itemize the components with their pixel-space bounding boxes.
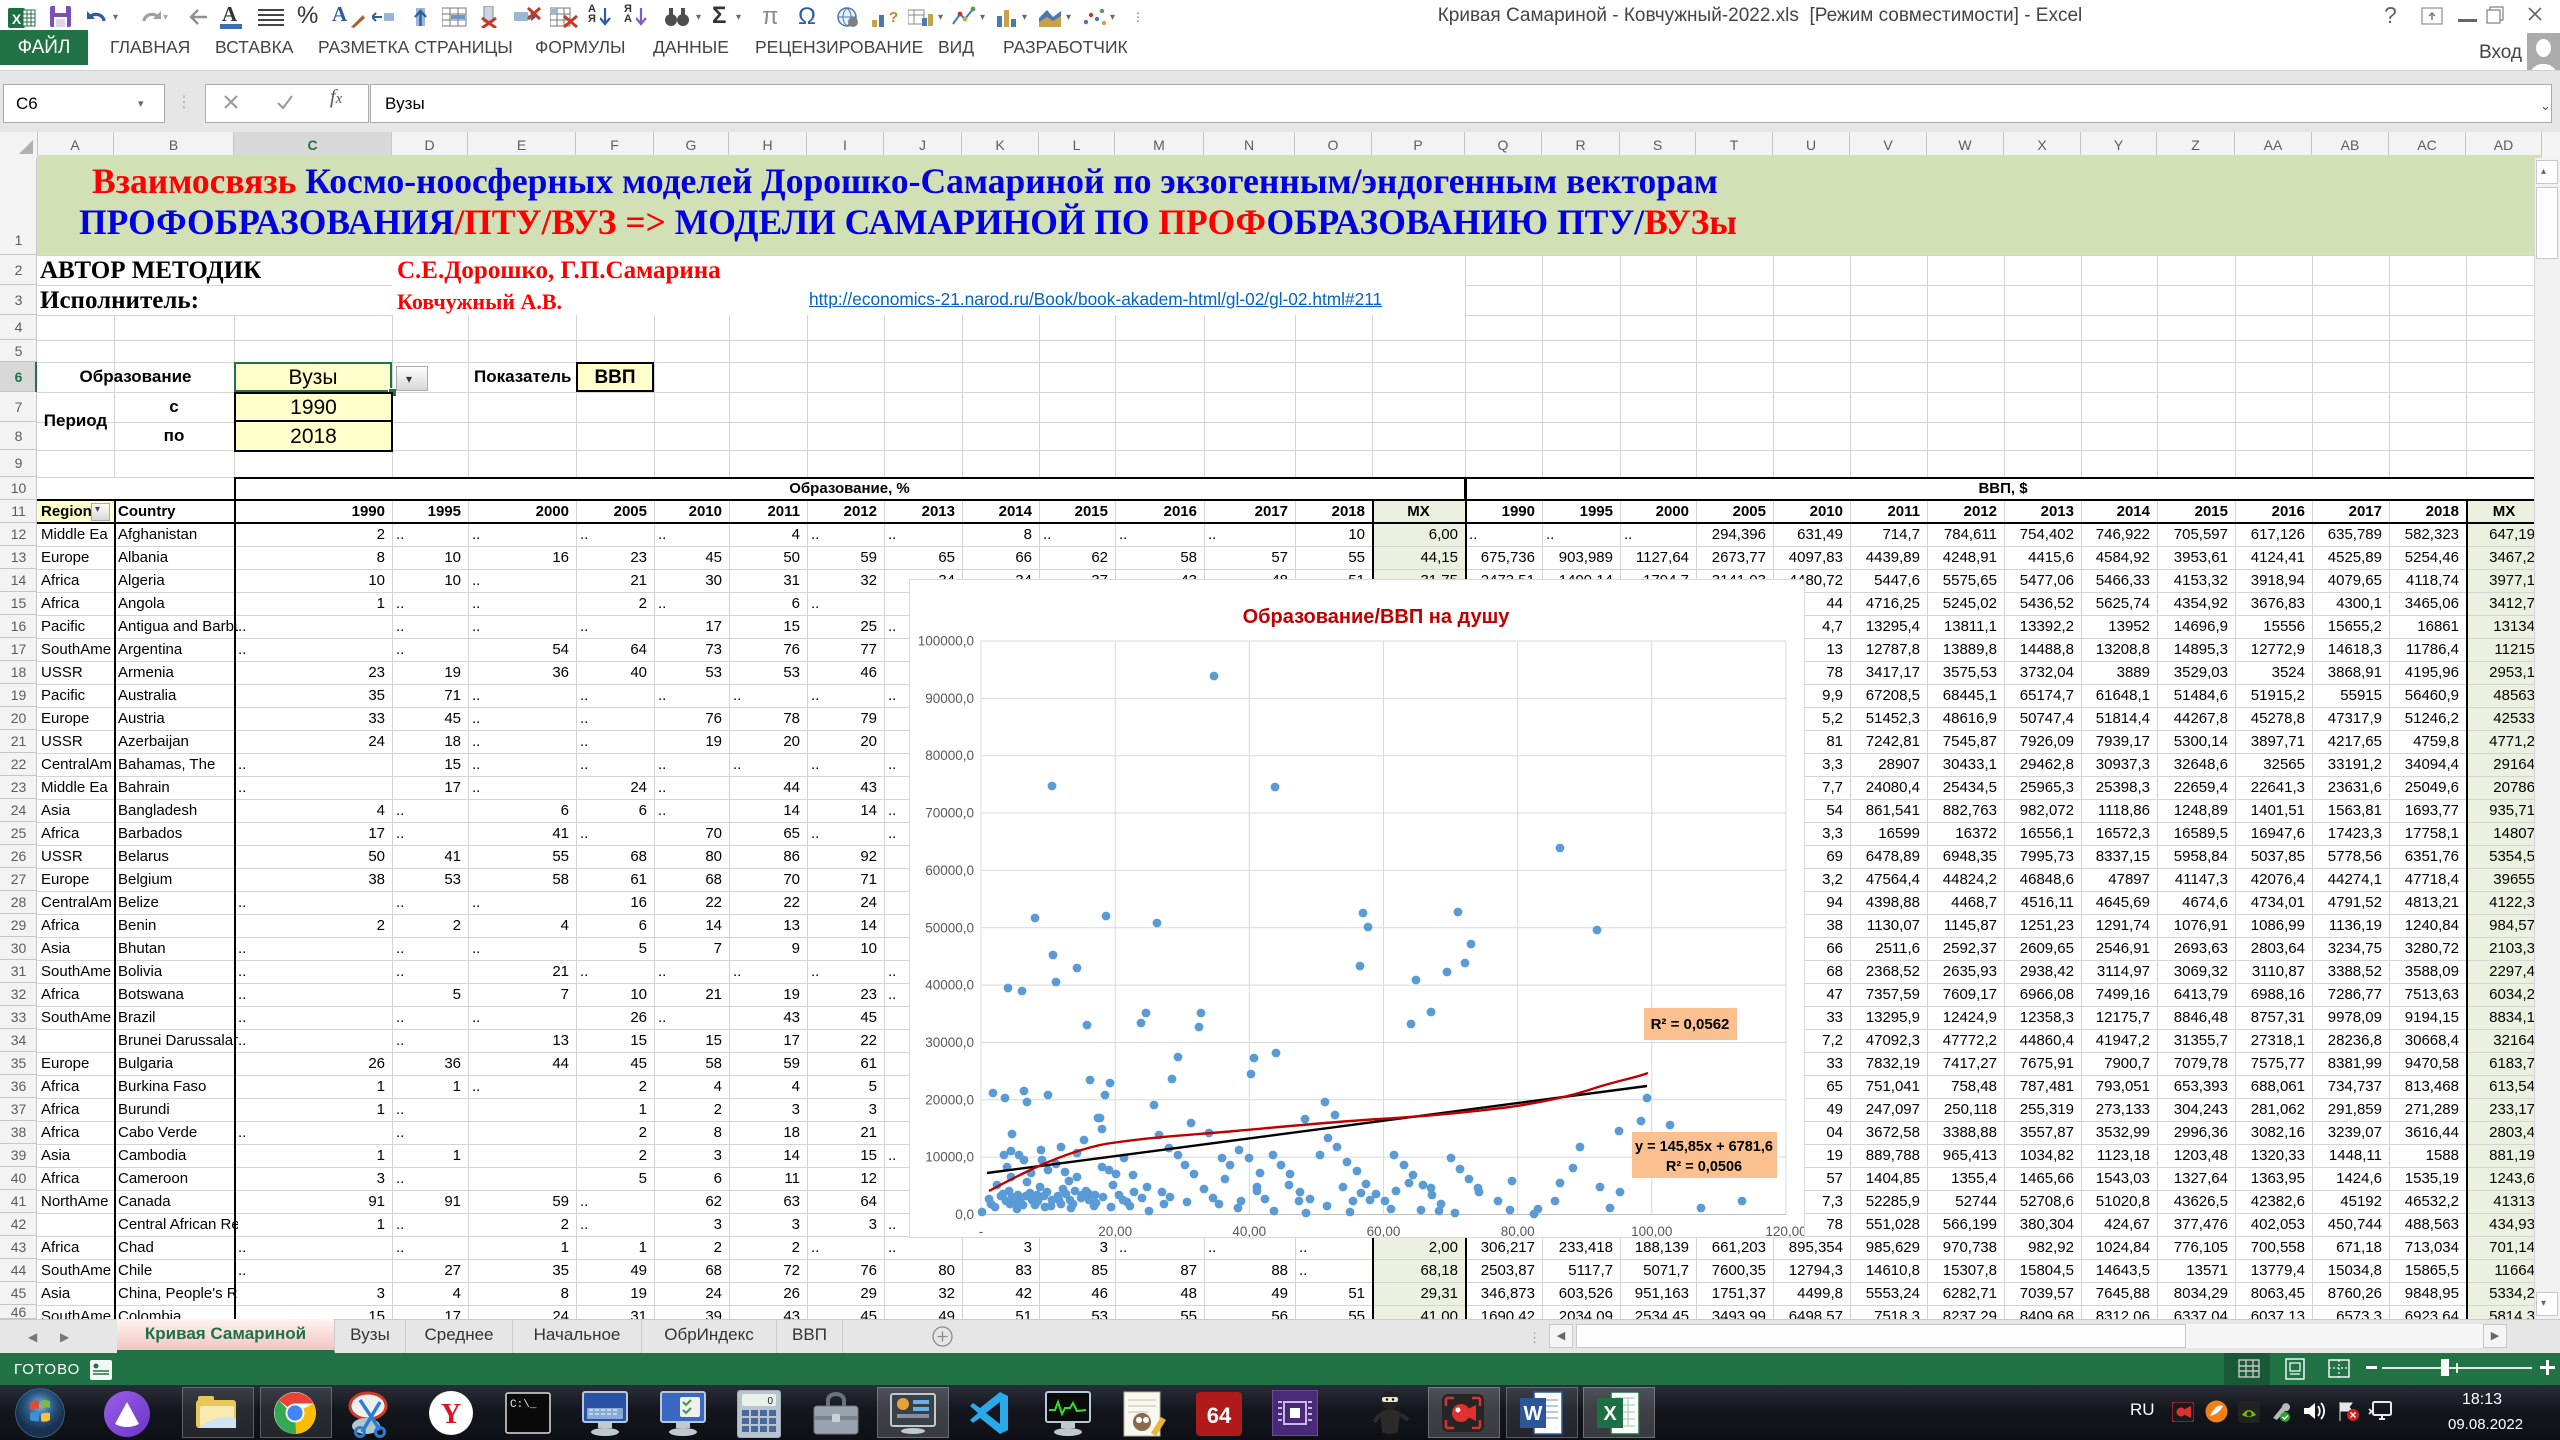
svg-text:100000,0: 100000,0 xyxy=(918,634,974,649)
svg-text:C:\_: C:\_ xyxy=(510,1399,537,1411)
svg-text:90000,0: 90000,0 xyxy=(925,691,974,706)
svg-text:30000,0: 30000,0 xyxy=(925,1035,974,1050)
svg-text:40,00: 40,00 xyxy=(1232,1224,1266,1238)
svg-text:R² = 0,0506: R² = 0,0506 xyxy=(1666,1159,1742,1175)
svg-text:Y: Y xyxy=(441,1399,461,1430)
svg-text:X: X xyxy=(1603,1403,1617,1425)
svg-text:Образование/ВВП на душу: Образование/ВВП на душу xyxy=(1243,606,1511,628)
svg-text:80,00: 80,00 xyxy=(1501,1224,1535,1238)
svg-text:50000,0: 50000,0 xyxy=(925,920,974,935)
svg-text:-: - xyxy=(979,1224,984,1238)
svg-text:R² = 0,0562: R² = 0,0562 xyxy=(1651,1016,1730,1033)
svg-text:0,0: 0,0 xyxy=(955,1207,974,1222)
svg-text:60,00: 60,00 xyxy=(1367,1224,1401,1238)
svg-text:100,00: 100,00 xyxy=(1631,1224,1672,1238)
svg-text:10000,0: 10000,0 xyxy=(925,1150,974,1165)
svg-text:70000,0: 70000,0 xyxy=(925,806,974,821)
svg-text:0: 0 xyxy=(767,1396,773,1407)
svg-text:20000,0: 20000,0 xyxy=(925,1092,974,1107)
svg-text:40000,0: 40000,0 xyxy=(925,978,974,993)
svg-text:60000,0: 60000,0 xyxy=(925,863,974,878)
svg-text:W: W xyxy=(1524,1403,1543,1425)
svg-text:y = 145,85x + 6781,6: y = 145,85x + 6781,6 xyxy=(1635,1139,1773,1155)
svg-text:64: 64 xyxy=(1207,1403,1232,1428)
svg-text:X: X xyxy=(12,11,22,27)
svg-text:120,00: 120,00 xyxy=(1765,1224,1805,1238)
svg-text:80000,0: 80000,0 xyxy=(925,748,974,763)
svg-text:?: ? xyxy=(889,9,898,26)
svg-text:20,00: 20,00 xyxy=(1098,1224,1132,1238)
